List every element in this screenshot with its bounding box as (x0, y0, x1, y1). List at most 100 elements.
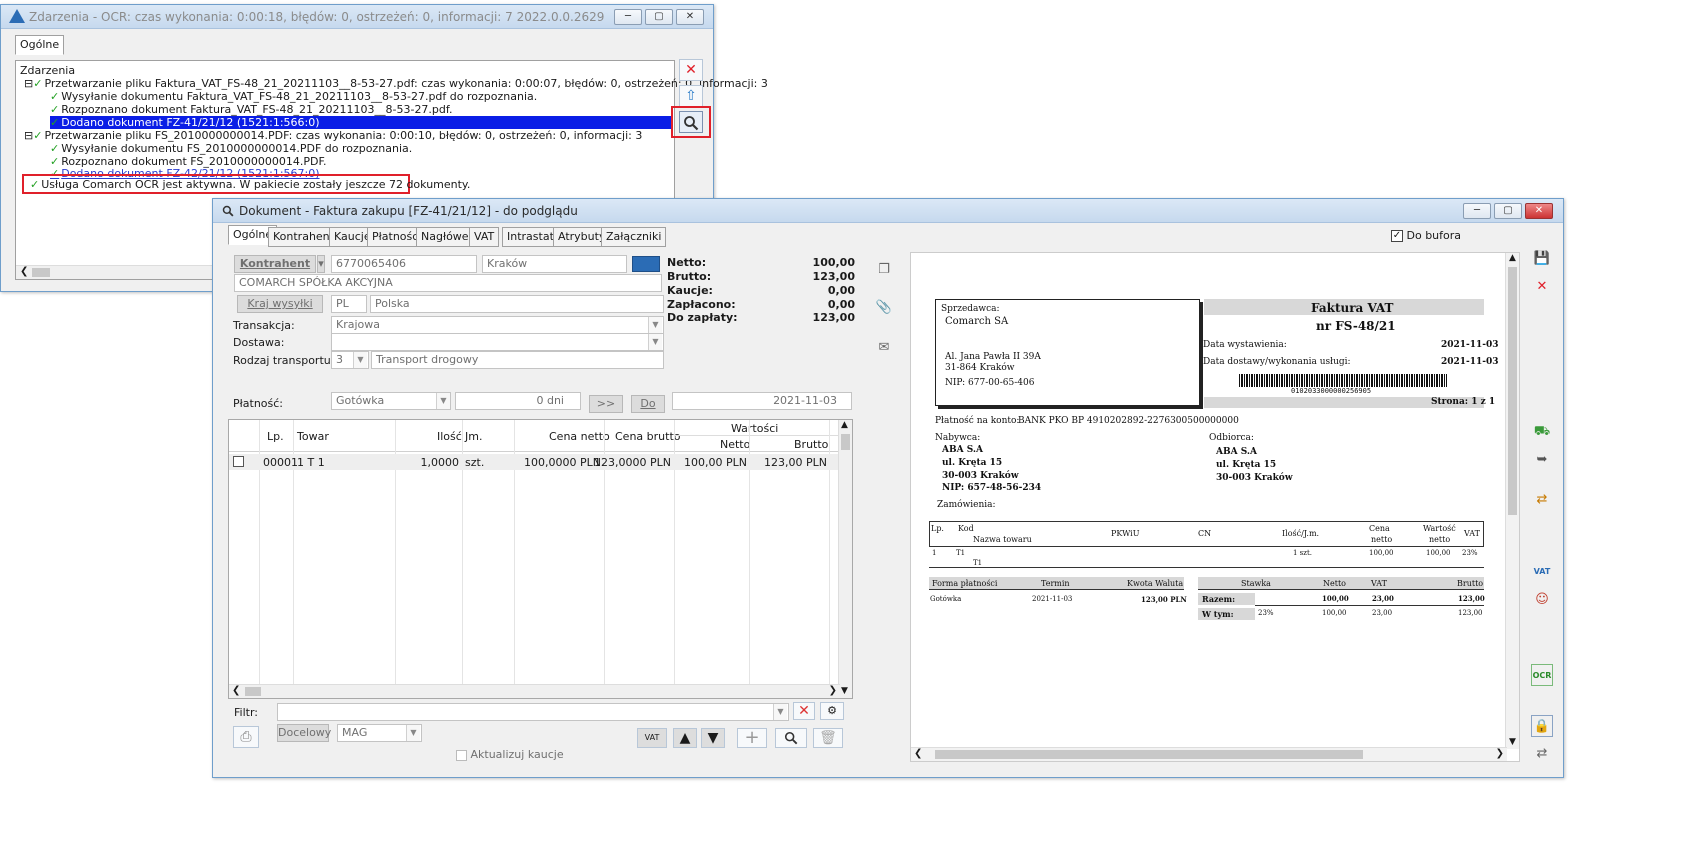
ocr-icon[interactable]: OCR (1531, 664, 1553, 686)
grid-hscroll[interactable]: ❮ ❯ (229, 684, 840, 698)
tree-item[interactable]: ⊟✓ Przetwarzanie pliku Faktura_VAT_FS-48_… (24, 77, 768, 90)
clear-filter-button[interactable]: ✕ (793, 702, 815, 720)
tab-ogolne[interactable]: Ogólne (15, 35, 65, 55)
document-window: Dokument - Faktura zakupu [FZ-41/21/12] … (212, 198, 1564, 778)
col-ilosc[interactable]: Ilość (437, 430, 462, 443)
country-code-field[interactable]: PL (331, 295, 367, 313)
row-checkbox[interactable] (233, 456, 244, 467)
contractor-card-icon[interactable] (632, 256, 660, 272)
export-button[interactable]: ⇧ (679, 85, 703, 107)
scroll-thumb[interactable] (935, 750, 1363, 759)
do-button[interactable]: Do (631, 395, 665, 413)
kontrahent-button[interactable]: Kontrahent (234, 255, 316, 273)
col-netto[interactable]: Netto (720, 438, 750, 451)
tab-vat[interactable]: VAT (469, 227, 500, 247)
kraj-wysylki-button[interactable]: Kraj wysyłki (237, 295, 323, 313)
transfer-icon[interactable]: ➥ (1531, 449, 1553, 471)
tree-item[interactable]: ✓ Wysyłanie dokumentu Faktura_VAT_FS-48_2… (50, 90, 537, 103)
filter-settings-button[interactable]: ⚙ (820, 702, 844, 720)
user-card-icon[interactable]: ☺ (1531, 589, 1553, 611)
col-jm[interactable]: Jm. (465, 430, 482, 443)
chevron-down-icon[interactable]: ▼ (648, 317, 662, 333)
nip-field[interactable]: 6770065406 (331, 255, 477, 273)
do-bufora-checkbox[interactable]: ✓ Do bufora (1391, 229, 1461, 242)
city-field[interactable]: Kraków (482, 255, 627, 273)
col-towar[interactable]: Towar (297, 430, 329, 443)
cancel-x-icon[interactable]: ✕ (1531, 276, 1553, 298)
preview-search-button[interactable] (679, 111, 703, 133)
chevron-right-icon[interactable]: ❯ (1496, 748, 1504, 759)
preview-vscroll[interactable]: ▲ ▼ (1505, 253, 1519, 749)
dostawa-select[interactable] (331, 333, 664, 351)
col-lp[interactable]: Lp. (267, 430, 284, 443)
close-button[interactable]: ✕ (676, 9, 704, 25)
save-icon[interactable]: 💾 (1531, 248, 1553, 270)
vat-register-icon[interactable]: VAT (1531, 561, 1553, 583)
paperclip-icon[interactable]: 📎 (873, 297, 895, 319)
chevron-right-icon[interactable]: ❯ (829, 685, 837, 696)
vat-button[interactable]: VAT (637, 728, 667, 748)
chevron-left-icon[interactable]: ❮ (232, 685, 240, 696)
events-window-title: Zdarzenia - OCR: czas wykonania: 0:00:18… (29, 10, 605, 24)
maximize-button[interactable]: ▢ (645, 9, 673, 25)
add-button[interactable]: + (737, 728, 767, 748)
platnosc-select[interactable]: Gotówka (331, 392, 451, 410)
col-brutto[interactable]: Brutto (794, 438, 828, 451)
merge-icon[interactable]: ⇄ (1531, 489, 1553, 511)
chevron-down-icon[interactable]: ▼ (436, 393, 450, 409)
docelowy-button[interactable]: Docelowy (277, 724, 331, 742)
arrows-button[interactable]: >> (589, 395, 623, 413)
table-row[interactable]: 00001 1 T 1 1,0000 szt. 100,0000 PLN 123… (229, 454, 839, 470)
chevron-down-icon[interactable]: ▼ (353, 352, 367, 368)
grid-vscroll[interactable]: ▲ ▼ (838, 420, 852, 698)
days-field[interactable]: 0 dni (455, 392, 581, 410)
export-down-button[interactable]: ▼ (701, 728, 725, 748)
pin-icon[interactable]: ⇄ (1531, 743, 1553, 765)
col-cena-brutto[interactable]: Cena brutto (615, 430, 681, 443)
scroll-thumb[interactable] (32, 268, 50, 277)
transakcja-select[interactable]: Krajowa (331, 316, 664, 334)
company-field[interactable]: COMARCH SPÓŁKA AKCYJNA (234, 274, 662, 292)
close-button[interactable]: ✕ (1525, 203, 1553, 219)
copy-icon[interactable]: ❐ (873, 259, 895, 281)
tree-item-selected[interactable]: ✓ Dodano dokument FZ-41/21/12 (1521:1:566… (50, 116, 672, 129)
print-button[interactable]: ⎙ (233, 726, 259, 748)
import-button[interactable]: ▲ (673, 728, 697, 748)
tree-item[interactable]: ⊟✓ Przetwarzanie pliku FS_2010000000014.P… (24, 129, 642, 142)
maximize-button[interactable]: ▢ (1494, 203, 1522, 219)
chevron-down-icon[interactable]: ▼ (773, 704, 787, 720)
search-button[interactable] (775, 728, 807, 748)
aktualizuj-kaucje-checkbox[interactable]: Aktualizuj kaucje (456, 748, 564, 761)
transport-field[interactable]: Transport drogowy (371, 351, 664, 369)
tree-item[interactable]: ✓ Wysyłanie dokumentu FS_2010000000014.PD… (50, 142, 412, 155)
lock-icon[interactable]: 🔒 (1531, 715, 1553, 737)
tab-intrastat[interactable]: Intrastat (502, 227, 559, 247)
scroll-left-icon[interactable]: ❮ (20, 266, 28, 277)
preview-hscroll[interactable]: ❮ ❯ (911, 747, 1507, 761)
delete-button[interactable]: 🗑 (813, 728, 843, 748)
comment-icon[interactable]: ✉ (873, 337, 895, 359)
scroll-thumb[interactable] (1508, 267, 1517, 515)
scroll-thumb[interactable] (841, 434, 850, 450)
kontrahent-dropdown-button[interactable]: ▾ (317, 255, 325, 273)
delivery-truck-icon[interactable]: ⛟ (1531, 421, 1553, 443)
chevron-left-icon[interactable]: ❮ (914, 748, 922, 759)
tree-item[interactable]: ✓ Rozpoznano dokument Faktura_VAT_FS-48_2… (50, 103, 452, 116)
chevron-up-icon[interactable]: ▲ (841, 420, 848, 430)
minimize-button[interactable]: ─ (614, 9, 642, 25)
chevron-down-icon[interactable]: ▼ (648, 334, 662, 350)
chevron-down-icon[interactable]: ▼ (406, 725, 420, 741)
magnifier-icon (684, 116, 699, 131)
delete-x-button[interactable]: ✕ (679, 59, 703, 81)
chevron-down-icon[interactable]: ▼ (841, 686, 848, 696)
country-field[interactable]: Polska (370, 295, 664, 313)
tab-zalaczniki[interactable]: Załączniki (601, 227, 667, 247)
chevron-down-icon[interactable]: ▼ (1509, 737, 1516, 747)
tree-item-highlighted[interactable]: ✓ Usługa Comarch OCR jest aktywna. W paki… (22, 174, 470, 194)
minimize-button[interactable]: ─ (1463, 203, 1491, 219)
due-date-field[interactable]: 2021-11-03 (672, 392, 852, 410)
filter-input[interactable] (277, 703, 789, 721)
scroll-thumb[interactable] (245, 687, 261, 696)
chevron-up-icon[interactable]: ▲ (1509, 253, 1516, 263)
col-cena-netto[interactable]: Cena netto (549, 430, 610, 443)
